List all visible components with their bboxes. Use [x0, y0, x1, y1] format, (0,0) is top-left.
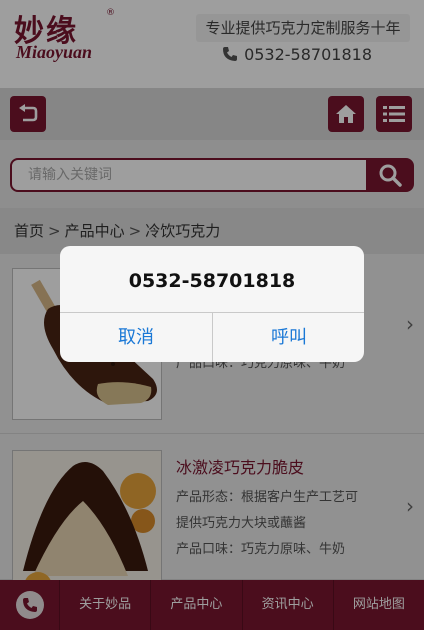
cancel-button[interactable]: 取消 [60, 313, 212, 362]
dialog-phone-number: 0532-58701818 [128, 270, 296, 292]
call-button[interactable]: 呼叫 [213, 313, 364, 362]
page: 妙缘 ® Miaoyuan 专业提供巧克力定制服务十年 0532-5870181… [0, 0, 424, 630]
call-dialog: 0532-58701818 取消 呼叫 [60, 246, 364, 362]
